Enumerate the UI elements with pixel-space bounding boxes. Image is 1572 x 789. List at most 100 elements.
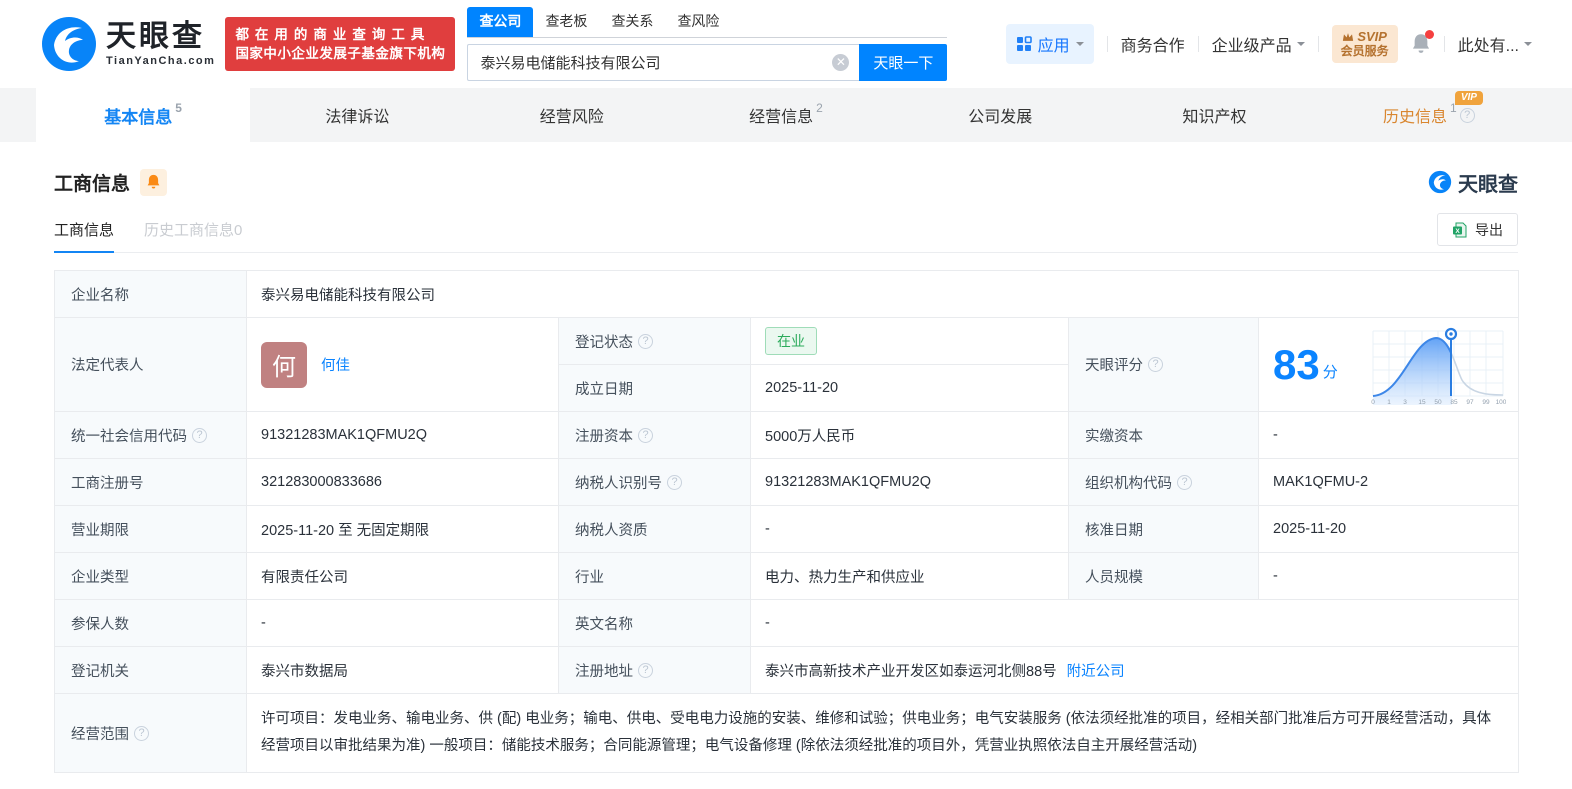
table-row: 营业期限 2025-11-20 至 无固定期限 纳税人资质 - 核准日期 202… xyxy=(54,505,1520,553)
score-curve-chart: 0 1 3 15 50 85 97 99 100 xyxy=(1371,327,1506,405)
business-cooperation-link[interactable]: 商务合作 xyxy=(1121,32,1185,56)
svg-text:85: 85 xyxy=(1450,399,1458,405)
table-row: 企业类型 有限责任公司 行业 电力、热力生产和供应业 人员规模 - xyxy=(54,552,1520,600)
subtab-business-info[interactable]: 工商信息 xyxy=(54,207,115,253)
tab-operating-info[interactable]: 经营信息 2 xyxy=(679,88,893,142)
field-label: 法定代表人 xyxy=(54,317,247,412)
crown-icon xyxy=(1343,32,1354,41)
enterprise-products-link[interactable]: 企业级产品 xyxy=(1212,32,1305,56)
tianyancha-watermark-logo: 天眼查 xyxy=(1428,168,1518,197)
enterprise-products-label: 企业级产品 xyxy=(1211,38,1292,55)
monitor-bell-button[interactable] xyxy=(140,168,168,196)
approval-date-value: 2025-11-20 xyxy=(1257,505,1520,553)
field-label: 行业 xyxy=(558,552,751,600)
search-tab-relation[interactable]: 查关系 xyxy=(599,7,665,37)
score-unit: 分 xyxy=(1322,364,1338,381)
username: 此处有... xyxy=(1457,38,1519,55)
field-label: 纳税人资质 xyxy=(558,505,751,553)
tab-label: 基本信息 xyxy=(104,107,173,127)
search-tab-risk[interactable]: 查风险 xyxy=(665,7,731,37)
promo-line1: 都在用的商业查询工具 xyxy=(235,27,431,42)
avatar[interactable]: 何 xyxy=(261,341,307,388)
bell-icon xyxy=(147,174,160,189)
table-row: 经营范围 许可项目：发电业务、输电业务、供 (配) 电业务；输电、供电、受电电力… xyxy=(54,693,1520,773)
tab-count: 5 xyxy=(175,101,182,115)
table-row: 法定代表人 何 何佳 登记状态 在业 天眼评分 83 分 xyxy=(54,317,1520,412)
table-row: 登记机关 泰兴市数据局 注册地址 泰兴市高新技术产业开发区如泰运河北侧88号 附… xyxy=(54,646,1520,694)
divider xyxy=(1106,36,1108,52)
industry-value: 电力、热力生产和供应业 xyxy=(750,552,1069,600)
field-label: 企业类型 xyxy=(54,552,247,600)
help-icon[interactable] xyxy=(667,474,682,490)
help-icon[interactable] xyxy=(134,725,149,741)
tab-count: 2 xyxy=(816,101,823,115)
status-badge: 在业 xyxy=(765,327,817,355)
search-tab-boss[interactable]: 查老板 xyxy=(533,7,599,37)
field-label: 参保人数 xyxy=(54,599,247,647)
search-input[interactable] xyxy=(467,44,860,81)
help-icon[interactable] xyxy=(638,662,653,678)
field-label: 英文名称 xyxy=(558,599,751,647)
field-label: 核准日期 xyxy=(1068,505,1259,553)
search-button[interactable]: 天眼一下 xyxy=(859,44,948,81)
reg-authority-value: 泰兴市数据局 xyxy=(246,646,559,694)
nearby-companies-link[interactable]: 附近公司 xyxy=(1067,660,1125,681)
svip-label: SVIP xyxy=(1357,29,1387,44)
notification-bell[interactable] xyxy=(1411,30,1434,55)
top-header: 天眼查 TianYanCha.com 都在用的商业查询工具 国家中小企业发展子基… xyxy=(0,0,1572,88)
help-icon[interactable] xyxy=(192,427,207,443)
subtab-history-business-info[interactable]: 历史工商信息0 xyxy=(144,207,242,253)
help-icon[interactable] xyxy=(1177,474,1192,490)
tab-intellectual-property[interactable]: 知识产权 xyxy=(1107,88,1321,142)
subtab-row: 工商信息 历史工商信息0 X 导出 xyxy=(54,207,1518,253)
svg-text:100: 100 xyxy=(1496,399,1506,405)
excel-icon: X xyxy=(1453,222,1467,237)
tab-company-development[interactable]: 公司发展 xyxy=(893,88,1107,142)
svg-text:X: X xyxy=(1455,227,1460,234)
tianyancha-eye-icon xyxy=(42,17,96,71)
legal-rep-cell: 何 何佳 xyxy=(246,317,559,412)
tab-legal-proceedings[interactable]: 法律诉讼 xyxy=(250,88,464,142)
field-label: 工商注册号 xyxy=(54,458,247,506)
svip-member-button[interactable]: SVIP 会员服务 xyxy=(1331,25,1398,63)
legal-rep-link[interactable]: 何佳 xyxy=(321,354,350,375)
tianyancha-logo[interactable]: 天眼查 TianYanCha.com xyxy=(40,15,215,73)
tab-history-info[interactable]: VIP 历史信息 1 xyxy=(1322,88,1536,142)
field-label: 登记机关 xyxy=(54,646,247,694)
vip-badge: VIP xyxy=(1454,91,1483,105)
help-icon[interactable] xyxy=(1148,357,1163,372)
help-icon[interactable] xyxy=(638,427,653,443)
table-row: 统一社会信用代码 91321283MAK1QFMU2Q 注册资本 5000万人民… xyxy=(54,411,1520,459)
company-name-value: 泰兴易电储能科技有限公司 xyxy=(245,270,1520,318)
field-label: 成立日期 xyxy=(558,364,751,412)
field-label: 实缴资本 xyxy=(1068,411,1259,459)
svg-text:0: 0 xyxy=(1371,399,1375,405)
promo-banner: 都在用的商业查询工具 国家中小企业发展子基金旗下机构 xyxy=(225,17,456,71)
taxpayer-quality-value: - xyxy=(750,505,1069,553)
reg-address-value: 泰兴市高新技术产业开发区如泰运河北侧88号 xyxy=(765,663,1057,680)
apps-grid-icon xyxy=(1016,36,1032,51)
tab-label: 历史信息 xyxy=(1382,109,1447,126)
user-menu[interactable]: 此处有... xyxy=(1458,32,1532,56)
svg-text:99: 99 xyxy=(1482,399,1490,405)
help-icon[interactable] xyxy=(1459,107,1475,123)
search-tabs: 查公司 查老板 查关系 查风险 xyxy=(467,7,948,38)
search-block: 查公司 查老板 查关系 查风险 ✕ 天眼一下 xyxy=(467,7,948,81)
export-button[interactable]: X 导出 xyxy=(1437,213,1518,246)
table-row: 工商注册号 321283000833686 纳税人识别号 91321283MAK… xyxy=(54,458,1520,506)
tab-operating-risk[interactable]: 经营风险 xyxy=(465,88,679,142)
divider xyxy=(1443,36,1445,52)
help-icon[interactable] xyxy=(638,333,653,349)
tab-label: 知识产权 xyxy=(1182,109,1247,126)
export-label: 导出 xyxy=(1475,221,1503,238)
business-info-table: 企业名称 泰兴易电储能科技有限公司 法定代表人 何 何佳 登记状态 在业 天眼评… xyxy=(54,270,1520,773)
apps-menu[interactable]: 应用 xyxy=(1005,24,1094,64)
paid-capital-value: - xyxy=(1257,411,1520,459)
search-tab-company[interactable]: 查公司 xyxy=(467,7,534,37)
table-row: 企业名称 泰兴易电储能科技有限公司 xyxy=(54,270,1520,318)
field-label: 天眼评分 xyxy=(1068,317,1259,412)
field-label: 组织机构代码 xyxy=(1068,458,1259,506)
reg-capital-value: 5000万人民币 xyxy=(750,411,1069,459)
apps-label: 应用 xyxy=(1037,38,1070,55)
tab-basic-info[interactable]: 基本信息 5 xyxy=(36,88,251,142)
